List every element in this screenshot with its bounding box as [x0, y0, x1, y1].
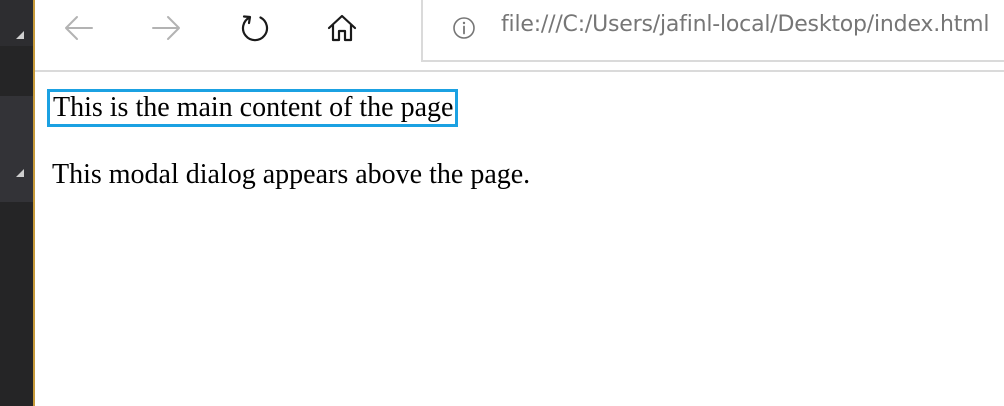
modal-dialog-text: This modal dialog appears above the page…: [52, 159, 531, 190]
address-bar[interactable]: file:///C:/Users/jafinl-local/Desktop/in…: [421, 0, 1004, 62]
home-icon: [327, 14, 357, 42]
forward-button[interactable]: [144, 6, 188, 50]
refresh-icon: [241, 15, 269, 42]
arrow-right-icon: [152, 16, 180, 40]
collapse-triangle-icon[interactable]: [16, 169, 24, 177]
info-icon[interactable]: [452, 16, 476, 40]
side-panel-header: [0, 0, 33, 46]
browser-window: file:///C:/Users/jafinl-local/Desktop/in…: [35, 0, 1004, 406]
collapse-triangle-icon[interactable]: [16, 31, 24, 39]
url-text[interactable]: file:///C:/Users/jafinl-local/Desktop/in…: [501, 12, 990, 37]
arrow-left-icon: [65, 16, 93, 40]
editor-side-panel: [0, 0, 33, 406]
page-content: This is the main content of the page Thi…: [35, 72, 1004, 406]
back-button[interactable]: [57, 6, 101, 50]
refresh-button[interactable]: [233, 6, 277, 50]
home-button[interactable]: [320, 6, 364, 50]
screen: file:///C:/Users/jafinl-local/Desktop/in…: [0, 0, 1004, 406]
browser-toolbar: file:///C:/Users/jafinl-local/Desktop/in…: [35, 0, 1004, 72]
side-panel-selected-row: [0, 96, 33, 202]
main-content-text[interactable]: This is the main content of the page: [47, 89, 459, 127]
